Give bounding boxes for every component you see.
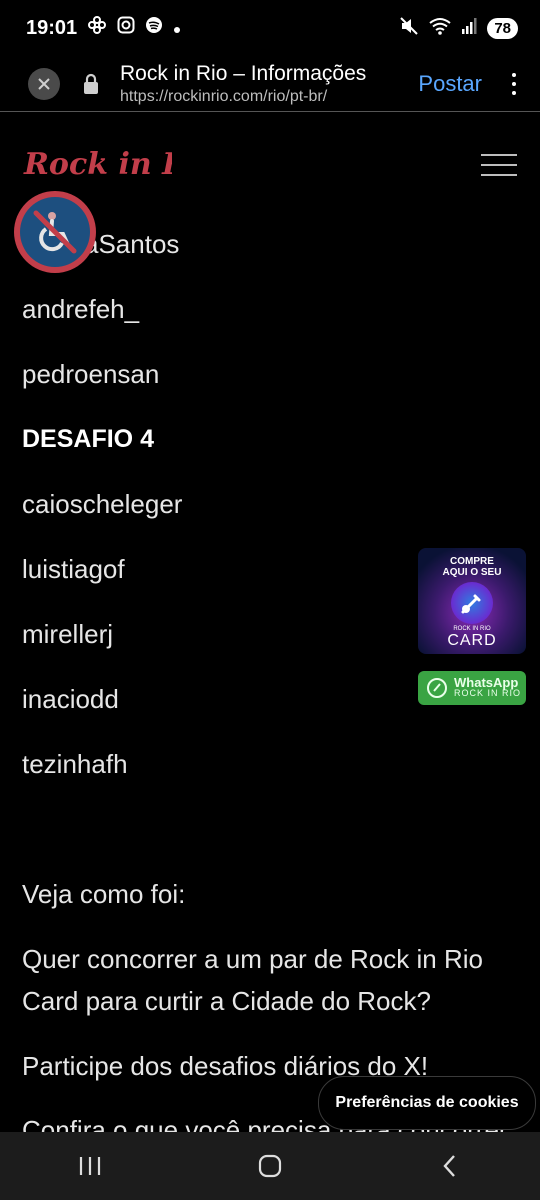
rock-in-rio-card-promo[interactable]: COMPRE AQUI O SEU ROCK IN RIO CARD [418,548,526,654]
signal-icon [461,17,477,40]
address-area[interactable]: Rock in Rio – Informações https://rockin… [120,62,418,106]
whatsapp-title: WhatsApp [454,675,519,690]
menu-kebab-icon[interactable] [510,72,518,95]
instagram-icon [117,16,135,40]
url-text: https://rockinrio.com/rio/pt-br/ [120,87,328,105]
hamburger-menu-icon[interactable] [481,154,517,184]
home-icon [258,1154,282,1178]
accessibility-icon [20,197,90,267]
list-item: mirellerj [22,619,113,649]
spotify-icon [145,16,163,40]
browser-toolbar: Rock in Rio – Informações https://rockin… [0,56,540,112]
promo-line1: COMPRE [450,556,494,567]
back-icon [443,1155,455,1177]
list-item: andrefeh_ [22,294,140,324]
svg-text:Rock in Rio: Rock in Rio [23,147,172,182]
back-button[interactable] [420,1146,480,1186]
flower-icon [87,15,107,41]
recents-icon [79,1157,101,1175]
home-button[interactable] [240,1146,300,1186]
whatsapp-label: WhatsApp ROCK IN RIO [454,675,522,699]
close-tab-button[interactable] [28,67,60,100]
cookie-preferences-button[interactable]: Preferências de cookies [318,1076,536,1130]
wifi-icon [429,17,451,40]
list-item: luistiagof [22,554,125,584]
status-left: 19:01 [26,15,181,41]
whatsapp-icon [427,678,447,698]
status-right: 78 [399,16,518,41]
list-item: aSantos [84,229,180,259]
recent-apps-button[interactable] [60,1146,120,1186]
list-item: caioscheleger [22,489,183,519]
status-bar: 19:01 78 [0,0,540,56]
battery-badge: 78 [487,17,518,39]
promo-card: CARD [447,632,497,649]
article-see-how: Veja como foi: [22,879,186,909]
guitar-icon [451,582,493,624]
accessibility-button[interactable] [14,191,96,273]
section-heading: DESAFIO 4 [22,425,154,453]
system-nav-bar [0,1132,540,1200]
list-item: pedroensan [22,359,160,389]
post-button[interactable]: Postar [418,71,482,97]
clock: 19:01 [26,16,78,39]
mute-icon [399,16,419,41]
rock-in-rio-logo[interactable]: Rock in Rio [22,140,218,189]
list-item: tezinhafh [22,749,128,779]
page-title: Rock in Rio – Informações [120,61,367,85]
close-icon [38,77,50,90]
whatsapp-button[interactable]: WhatsApp ROCK IN RIO [418,671,526,705]
article-question: Quer concorrer a um par de Rock in Rio C… [22,944,483,1016]
lock-icon[interactable] [78,73,104,95]
promo-line2: AQUI O SEU [442,567,502,578]
list-item: inaciodd [22,684,119,714]
logo-graphic: Rock in Rio [23,147,218,182]
dot-icon [173,17,181,40]
whatsapp-subtitle: ROCK IN RIO [454,688,522,698]
